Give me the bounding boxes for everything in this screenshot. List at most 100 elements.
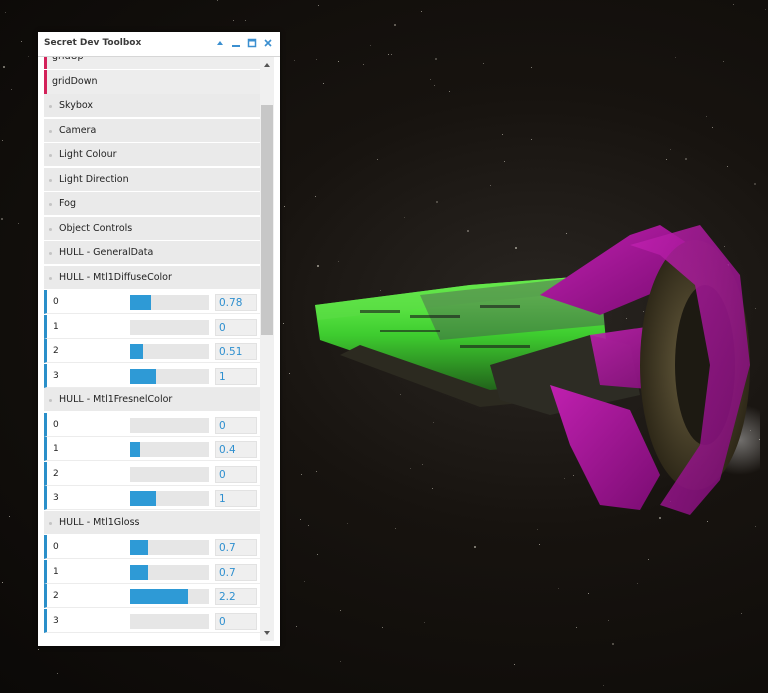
star — [38, 649, 39, 650]
maximize-icon[interactable] — [246, 37, 258, 49]
vertical-scrollbar[interactable] — [260, 57, 274, 641]
property-index: 2 — [53, 591, 59, 601]
property-index: 3 — [53, 615, 59, 626]
value-input[interactable]: 0 — [215, 465, 257, 483]
group-header[interactable]: HULL - Mtl1FresnelColor — [44, 388, 260, 412]
group-header[interactable]: Skybox — [44, 94, 260, 118]
slider-fill — [130, 540, 148, 555]
bullet-icon — [49, 154, 52, 157]
group-header[interactable]: HULL - Mtl1DiffuseColor — [44, 265, 260, 290]
value-text: 0 — [219, 468, 226, 481]
value-slider[interactable] — [130, 319, 209, 335]
close-icon[interactable] — [262, 37, 274, 49]
value-slider[interactable] — [130, 491, 209, 506]
bullet-icon — [49, 399, 52, 402]
collapse-icon[interactable] — [214, 37, 226, 49]
group-header[interactable]: Light Colour — [44, 143, 260, 167]
toolbox-titlebar[interactable]: Secret Dev Toolbox — [38, 32, 280, 57]
scroll-down-arrow-icon[interactable] — [263, 629, 271, 637]
star — [537, 529, 538, 530]
value-input[interactable]: 0.78 — [215, 294, 257, 311]
star — [603, 685, 604, 686]
star — [316, 59, 317, 60]
group-header-label: Object Controls — [59, 222, 133, 234]
star — [5, 12, 6, 13]
star — [296, 626, 297, 627]
value-slider[interactable] — [130, 368, 209, 384]
value-slider[interactable] — [130, 417, 209, 433]
value-text: 0.4 — [219, 444, 236, 456]
value-input[interactable]: 0 — [215, 612, 257, 630]
value-input[interactable]: 0.4 — [215, 441, 257, 458]
property-index: 2 — [53, 468, 59, 479]
scroll-up-arrow-icon[interactable] — [263, 61, 271, 69]
value-slider[interactable] — [130, 295, 209, 310]
star — [391, 54, 392, 55]
value-text: 0 — [219, 615, 226, 628]
group-header[interactable]: Light Direction — [44, 167, 260, 192]
star — [430, 79, 431, 80]
star — [490, 185, 491, 186]
value-input[interactable]: 0.51 — [215, 343, 257, 360]
value-input[interactable]: 2.2 — [215, 588, 257, 605]
minimize-icon[interactable] — [230, 37, 242, 49]
star — [11, 89, 12, 90]
star — [502, 134, 503, 135]
star — [504, 161, 505, 162]
star — [315, 196, 316, 197]
property-index: 0 — [53, 419, 59, 430]
star — [21, 41, 22, 42]
star — [57, 673, 58, 674]
property-row: 31 — [44, 486, 260, 510]
scrollbar-thumb[interactable] — [261, 105, 273, 335]
value-input[interactable]: 0.7 — [215, 539, 257, 556]
group-header-label: HULL - GeneralData — [59, 247, 154, 258]
star — [666, 159, 667, 160]
value-slider[interactable] — [130, 564, 209, 580]
star — [576, 627, 577, 628]
value-text: 0 — [219, 419, 226, 432]
group-header-label: Camera — [59, 124, 97, 136]
group-header[interactable]: Object Controls — [44, 216, 260, 241]
property-row: 1 0.7 — [44, 559, 260, 584]
star — [712, 127, 713, 128]
star — [370, 45, 371, 46]
property-row: 00 — [44, 412, 260, 437]
value-slider[interactable] — [130, 613, 209, 629]
property-row: 2 2.2 — [44, 584, 260, 608]
value-slider[interactable] — [130, 466, 209, 482]
toggle-row[interactable]: gridDown — [44, 69, 260, 94]
property-index: 0 — [53, 542, 59, 552]
bullet-icon — [49, 105, 52, 108]
property-row: 0 0.78 — [44, 290, 260, 314]
star — [245, 20, 246, 21]
value-input[interactable]: 0.7 — [215, 563, 257, 581]
star — [421, 11, 422, 12]
value-text: 0.51 — [219, 346, 243, 358]
group-header[interactable]: HULL - Mtl1Gloss — [44, 510, 260, 535]
value-slider[interactable] — [130, 589, 209, 604]
property-row: 0 0.7 — [44, 535, 260, 559]
group-header[interactable]: Fog — [44, 192, 260, 216]
group-header-label: Fog — [59, 198, 76, 209]
star — [395, 528, 396, 529]
value-text: 1 — [219, 370, 226, 383]
group-header[interactable]: HULL - GeneralData — [44, 241, 260, 265]
value-input[interactable]: 0 — [215, 318, 257, 336]
value-slider[interactable] — [130, 442, 209, 457]
bullet-icon — [49, 276, 52, 280]
value-input[interactable]: 0 — [215, 416, 257, 434]
toggle-row-label: gridUp — [52, 57, 84, 62]
toggle-row[interactable]: gridUp — [44, 57, 260, 69]
star — [435, 58, 437, 60]
star — [648, 559, 649, 560]
star — [765, 9, 766, 10]
star — [233, 20, 234, 21]
value-slider[interactable] — [130, 540, 209, 555]
value-input[interactable]: 1 — [215, 367, 257, 385]
value-slider[interactable] — [130, 344, 209, 359]
toggle-row-label: gridDown — [52, 75, 98, 87]
value-input[interactable]: 1 — [215, 490, 257, 507]
group-header[interactable]: Camera — [44, 118, 260, 143]
star — [754, 183, 756, 185]
